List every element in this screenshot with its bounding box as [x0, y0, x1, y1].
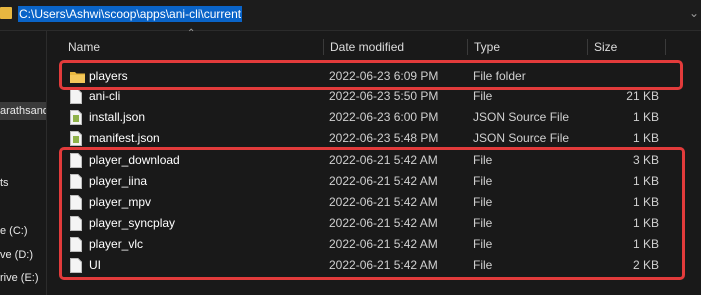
- file-list: ⌃ Name Date modified Type Size players 2…: [47, 28, 701, 295]
- file-icon: [70, 89, 82, 104]
- nav-item-documents[interactable]: ts: [0, 174, 46, 192]
- nav-item-drive-c[interactable]: e (C:): [0, 222, 46, 240]
- file-row[interactable]: manifest.json 2022-06-23 5:48 PM JSON So…: [47, 128, 701, 148]
- address-bar[interactable]: C:\Users\Ashwi\scoop\apps\ani-cli\curren…: [0, 0, 701, 31]
- column-name[interactable]: Name: [67, 37, 100, 57]
- nav-item-drive-d[interactable]: ve (D:): [0, 246, 46, 264]
- file-size: 1 KB: [632, 131, 659, 145]
- file-size: 1 KB: [632, 110, 659, 124]
- column-divider[interactable]: [467, 39, 468, 55]
- column-divider[interactable]: [587, 39, 588, 55]
- file-name: install.json: [89, 110, 146, 124]
- highlight-box-player-files: [59, 147, 685, 280]
- address-path[interactable]: C:\Users\Ashwi\scoop\apps\ani-cli\curren…: [18, 6, 243, 22]
- json-file-icon: [70, 110, 82, 125]
- column-header-row: Name Date modified Type Size: [47, 37, 701, 57]
- file-date: 2022-06-23 5:48 PM: [329, 131, 439, 145]
- file-type: JSON Source File: [473, 110, 570, 124]
- column-type[interactable]: Type: [473, 37, 500, 57]
- file-name: manifest.json: [89, 131, 160, 145]
- json-file-icon: [70, 131, 82, 146]
- column-divider[interactable]: [665, 39, 666, 55]
- column-divider[interactable]: [323, 39, 324, 55]
- navigation-pane: arathsand ts e (C:) ve (D:) rive (E:): [0, 31, 47, 295]
- file-date: 2022-06-23 6:00 PM: [329, 110, 439, 124]
- column-date-modified[interactable]: Date modified: [329, 37, 404, 57]
- nav-item-drive-e[interactable]: rive (E:): [0, 269, 46, 287]
- highlight-box-folder: [59, 60, 683, 90]
- file-row[interactable]: install.json 2022-06-23 6:00 PM JSON Sou…: [47, 107, 701, 127]
- nav-item-user[interactable]: arathsand: [0, 102, 46, 120]
- column-size[interactable]: Size: [593, 37, 617, 57]
- chevron-down-icon[interactable]: ⌄: [689, 6, 699, 20]
- folder-icon: [0, 7, 12, 19]
- file-type: JSON Source File: [473, 131, 570, 145]
